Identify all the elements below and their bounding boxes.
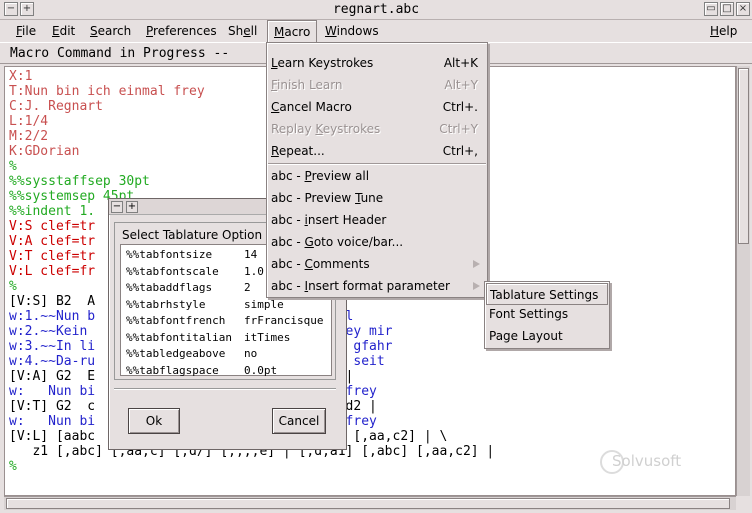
menu-item-goto-voice-bar[interactable]: abc - Goto voice/bar... [268, 231, 486, 253]
minus-icon: − [112, 201, 122, 212]
submenu-arrow-icon [473, 282, 480, 290]
option-key[interactable]: %%tabrhstyle [126, 298, 205, 314]
dialog-separator [114, 388, 336, 390]
dialog-restore-button[interactable]: + [126, 201, 138, 213]
menu-macro[interactable]: Macro [267, 20, 317, 42]
accelerator: Ctrl+, [442, 144, 478, 158]
submenu-arrow-icon [473, 260, 480, 268]
dialog-menu-button[interactable]: − [111, 201, 123, 213]
menu-item-preview-all[interactable]: abc - Preview all [268, 165, 486, 187]
submenu-item-font-settings[interactable]: Font Settings [486, 303, 608, 325]
editor-line: V:A clef=tr [9, 234, 96, 249]
editor-line: %%indent 1. [9, 204, 96, 219]
option-value: no [244, 347, 258, 360]
menu-item-finish-learn: Finish Learn Alt+Y [268, 74, 486, 96]
menu-help[interactable]: Help [704, 20, 743, 42]
editor-line: X:1 [9, 69, 33, 84]
menu-file[interactable]: File [10, 20, 42, 42]
option-value: 2 [244, 281, 251, 294]
menu-item-comments[interactable]: abc - Comments [268, 253, 486, 275]
menu-item-insert-format-parameter[interactable]: abc - Insert format parameter [268, 275, 486, 297]
scroll-corner [736, 496, 750, 510]
editor-line: T:Nun bin ich einmal frey [9, 84, 205, 99]
accelerator: Alt+Y [444, 78, 478, 92]
editor-line: % [9, 459, 17, 474]
option-key[interactable]: %%tabfontsize [126, 248, 212, 264]
menu-search[interactable]: Search [84, 20, 137, 42]
menu-windows[interactable]: Windows [319, 20, 385, 42]
option-value: 0.0pt [244, 363, 278, 377]
option-key[interactable]: %%tabflagspace [126, 364, 219, 380]
vertical-scroll-thumb[interactable] [738, 68, 749, 244]
menu-item-learn-keystrokes[interactable]: Learn Keystrokes Alt+K [268, 52, 486, 74]
plus-icon: + [127, 201, 137, 212]
window-title: regnart.abc [332, 2, 420, 17]
option-value: simple [244, 297, 284, 311]
ok-button[interactable]: Ok [128, 408, 180, 434]
option-key[interactable]: %%tabfontitalian [126, 331, 232, 347]
editor-line: %%sysstaffsep 30pt [9, 174, 150, 189]
editor-line: L:1/4 [9, 114, 49, 129]
option-value: itTimes [244, 330, 291, 344]
close-button[interactable]: × [736, 2, 750, 16]
submenu-item-tablature-settings[interactable]: Tablature Settings [486, 283, 608, 305]
watermark-text: Solvusoft [612, 452, 682, 470]
menu-edit[interactable]: Edit [46, 20, 81, 42]
option-key[interactable]: %%tabaddflags [126, 281, 212, 297]
editor-line: V:T clef=tr [9, 249, 96, 264]
editor-line: K:GDorian [9, 144, 80, 159]
options-group-label: Select Tablature Option [122, 228, 263, 242]
close-icon: × [738, 3, 748, 14]
menu-shell[interactable]: Shell [222, 20, 263, 42]
editor-line: V:L clef=fr [9, 264, 96, 279]
editor-line: V:S clef=tr [9, 219, 96, 234]
editor-line: % [9, 279, 17, 294]
accelerator: Ctrl+. [442, 100, 478, 114]
editor-line: % [9, 159, 17, 174]
menu-item-repeat[interactable]: Repeat... Ctrl+, [268, 140, 486, 162]
editor-line: C:J. Regnart [9, 99, 103, 114]
option-key[interactable]: %%tabledgeabove [126, 347, 225, 363]
option-value: 1.0 [244, 264, 264, 278]
menu-item-cancel-macro[interactable]: Cancel Macro Ctrl+. [268, 96, 486, 118]
maximize-icon: □ [722, 3, 732, 14]
menu-item-replay-keystrokes: Replay Keystrokes Ctrl+Y [268, 118, 486, 140]
accelerator: Ctrl+Y [439, 122, 478, 136]
option-key[interactable]: %%tabfontscale [126, 265, 219, 281]
maximize-button[interactable]: □ [720, 2, 734, 16]
editor-line: M:2/2 [9, 129, 49, 144]
menu-item-insert-header[interactable]: abc - insert Header [268, 209, 486, 231]
option-value: frFrancisque [244, 314, 324, 327]
minimize-button[interactable]: ▭ [704, 2, 718, 16]
menu-item-preview-tune[interactable]: abc - Preview Tune [268, 187, 486, 209]
menu-bar: File Edit Search Preferences Shell Macro… [0, 20, 752, 42]
submenu-item-page-layout[interactable]: Page Layout [486, 325, 608, 347]
option-value: 14 [244, 248, 258, 261]
menu-preferences[interactable]: Preferences [140, 20, 223, 42]
horizontal-scroll-thumb[interactable] [6, 498, 730, 509]
option-key[interactable]: %%tabfontfrench [126, 314, 225, 330]
minimize-icon: ▭ [706, 3, 716, 14]
accelerator: Alt+K [443, 56, 478, 70]
cancel-button[interactable]: Cancel [272, 408, 326, 434]
